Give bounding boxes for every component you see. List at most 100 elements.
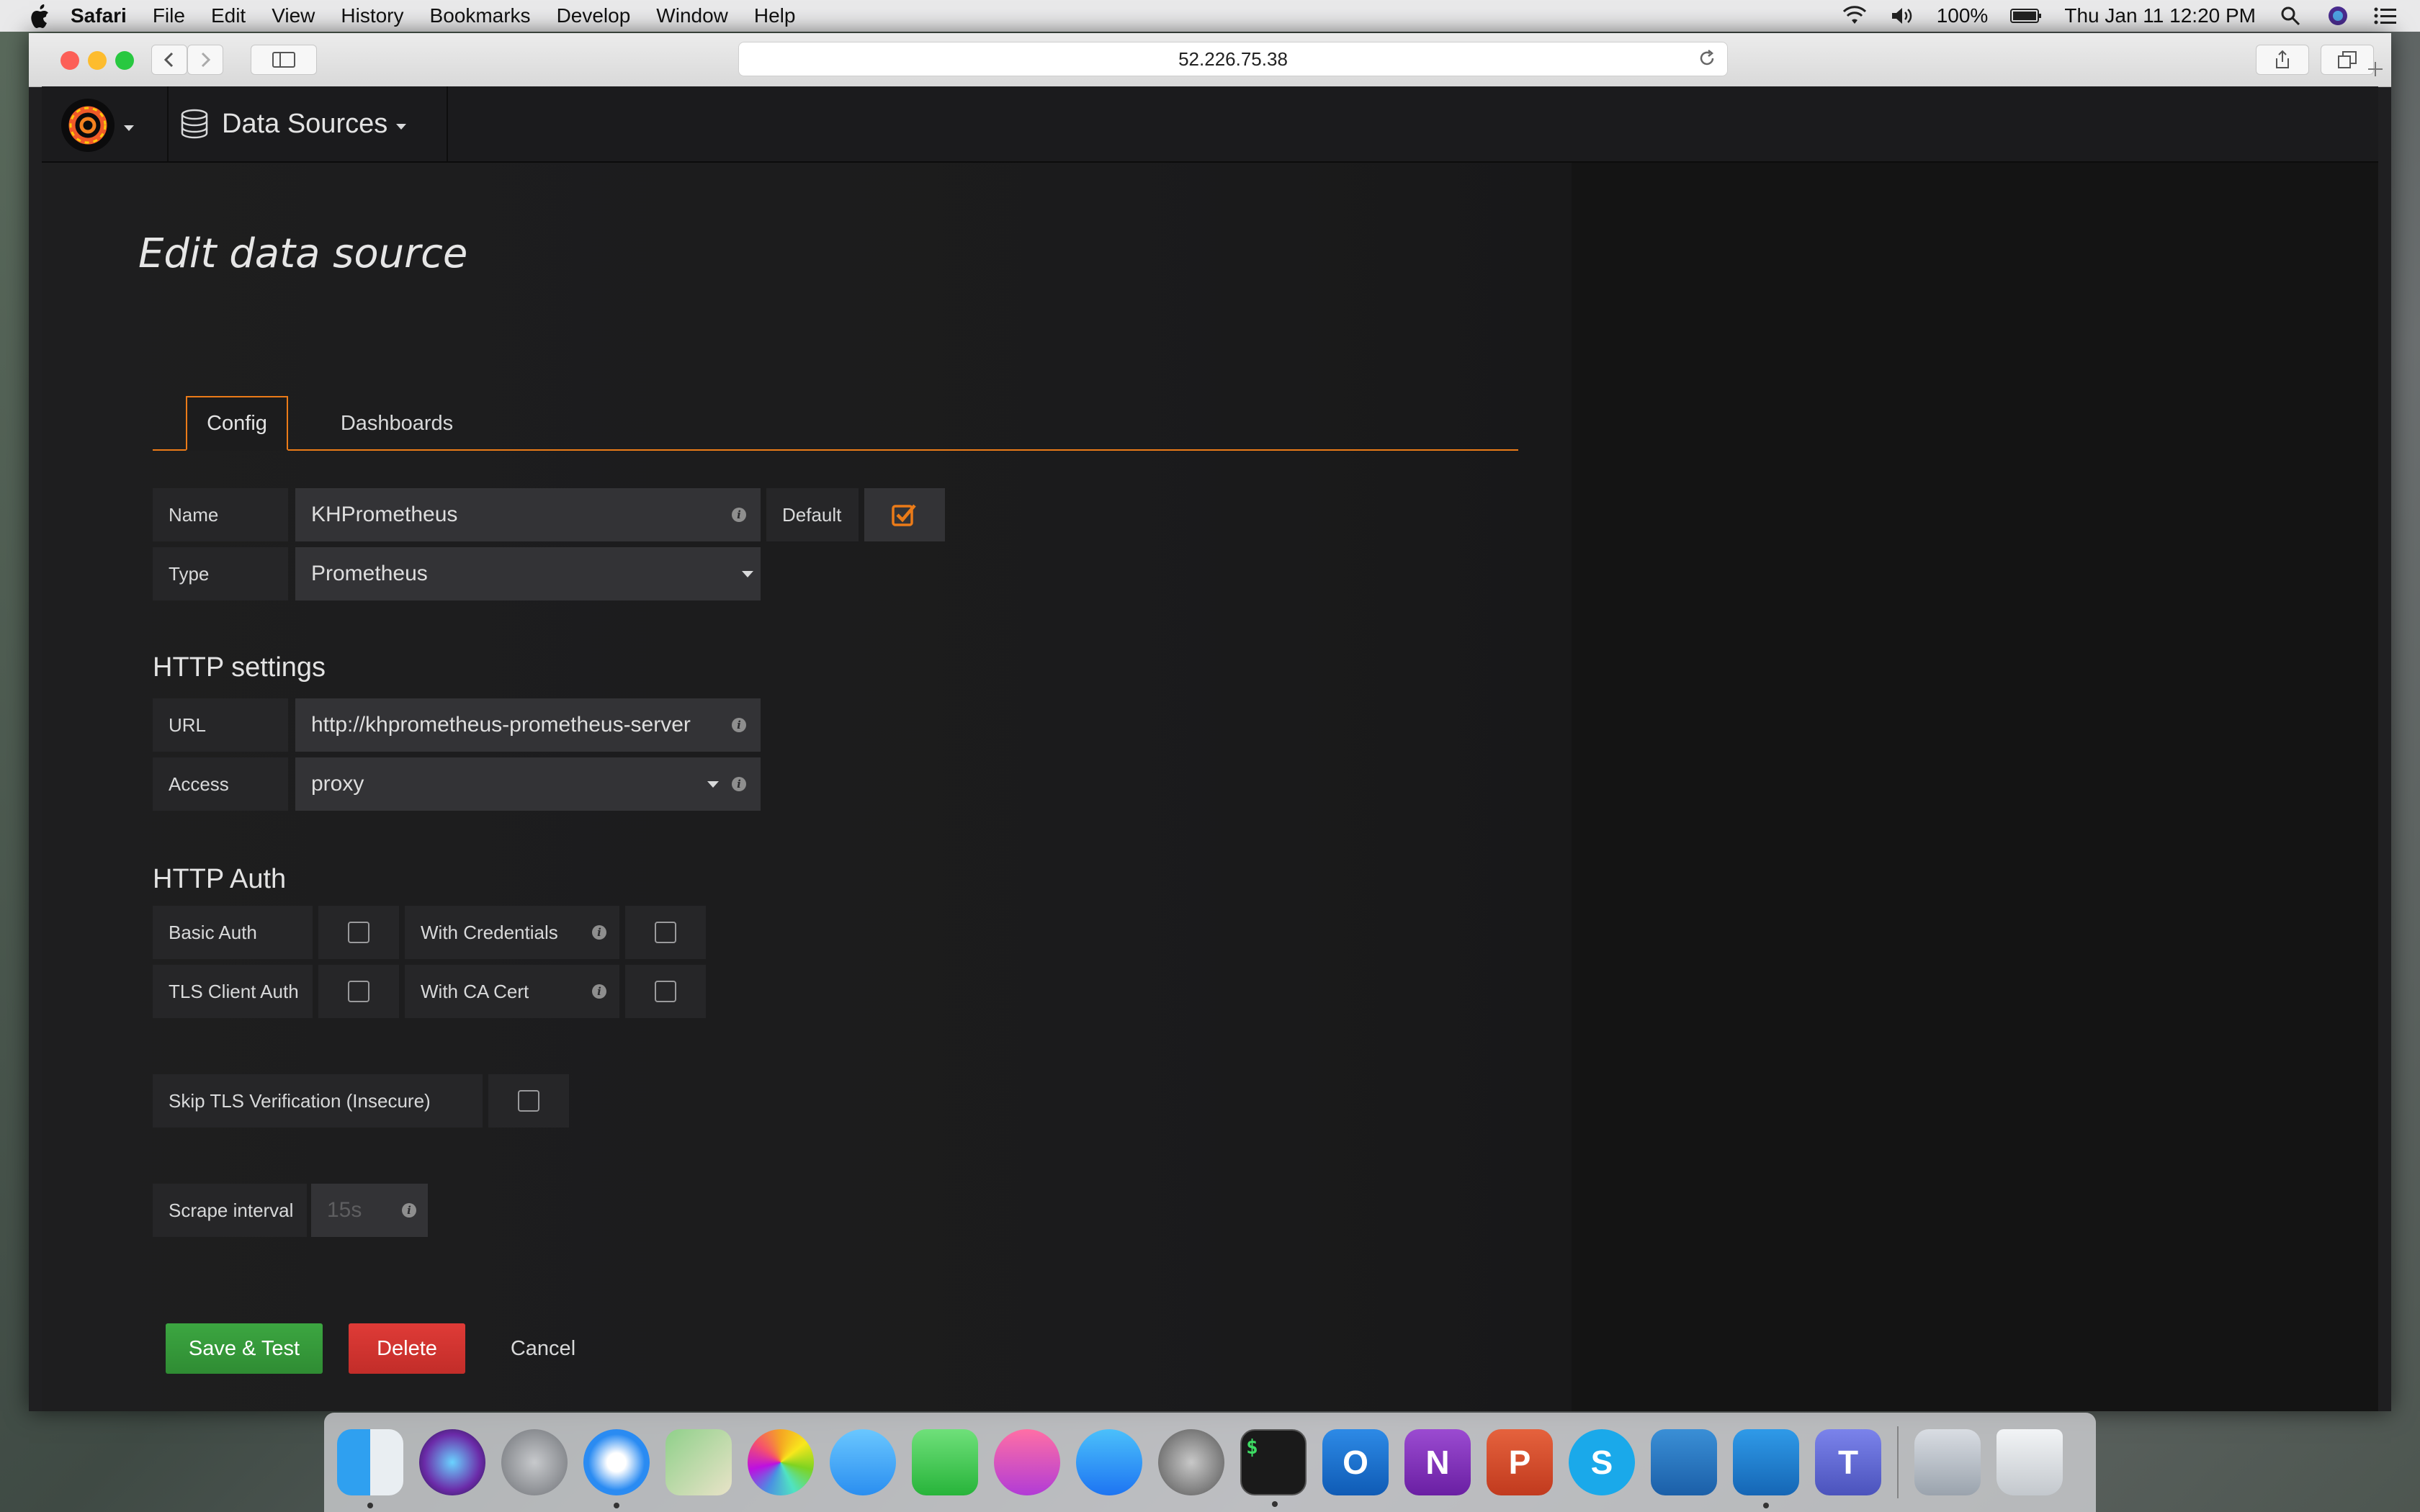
files-icon[interactable] <box>1914 1429 1981 1495</box>
url-input[interactable]: http://khprometheus-prometheus-server i <box>295 698 761 752</box>
default-label: Default <box>766 488 859 541</box>
back-button[interactable] <box>151 45 187 75</box>
onenote-icon[interactable]: N <box>1404 1429 1471 1495</box>
safari-icon[interactable] <box>583 1429 650 1508</box>
app-store-icon[interactable] <box>1076 1429 1142 1495</box>
clock[interactable]: Thu Jan 11 12:20 PM <box>2064 4 2256 27</box>
checkbox-box <box>655 981 676 1002</box>
trash-icon[interactable] <box>1996 1429 2063 1495</box>
menu-app-safari[interactable]: Safari <box>71 4 127 27</box>
nav-divider <box>447 86 448 161</box>
powerpoint-glyph: P <box>1508 1444 1531 1481</box>
save-test-button[interactable]: Save & Test <box>166 1323 323 1374</box>
menu-develop[interactable]: Develop <box>557 4 631 27</box>
teams-icon[interactable]: T <box>1815 1429 1881 1495</box>
menu-history[interactable]: History <box>341 4 403 27</box>
with-credentials-checkbox[interactable] <box>625 906 706 959</box>
running-indicator <box>367 1503 373 1508</box>
onenote-glyph: N <box>1425 1444 1450 1481</box>
skip-tls-label: Skip TLS Verification (Insecure) <box>153 1074 483 1128</box>
powerpoint-icon[interactable]: P <box>1487 1429 1553 1495</box>
volume-icon[interactable] <box>1889 5 1915 27</box>
info-icon[interactable]: i <box>732 777 746 791</box>
notification-center-icon[interactable] <box>2372 5 2398 27</box>
sidebar-toggle-button[interactable] <box>251 45 317 75</box>
with-ca-cert-checkbox[interactable] <box>625 965 706 1018</box>
minimize-window-button[interactable] <box>88 51 107 70</box>
battery-icon[interactable] <box>2009 5 2043 27</box>
menu-file[interactable]: File <box>153 4 185 27</box>
with-credentials-label: With Credentials i <box>405 906 619 959</box>
menu-window[interactable]: Window <box>656 4 728 27</box>
terminal-icon[interactable]: $ <box>1240 1429 1307 1507</box>
close-window-button[interactable] <box>60 51 79 70</box>
finder-icon[interactable] <box>337 1429 403 1508</box>
siri-icon[interactable] <box>419 1429 485 1495</box>
new-tab-icon[interactable] <box>2365 59 2385 79</box>
name-label: Name <box>153 488 288 541</box>
menu-bookmarks[interactable]: Bookmarks <box>430 4 531 27</box>
default-checkbox[interactable] <box>864 488 945 541</box>
cancel-button[interactable]: Cancel <box>493 1323 593 1374</box>
grafana-app: Data Sources Edit data source Config Das… <box>42 86 2378 1411</box>
outlook-icon[interactable]: O <box>1322 1429 1389 1495</box>
siri-icon[interactable] <box>2325 5 2351 27</box>
skype-icon[interactable]: S <box>1569 1429 1635 1495</box>
skip-tls-checkbox[interactable] <box>488 1074 569 1128</box>
basic-auth-label: Basic Auth <box>153 906 313 959</box>
dock: $ O N P S T <box>324 1413 2096 1512</box>
azure-storage-explorer-icon[interactable] <box>1651 1429 1717 1495</box>
basic-auth-checkbox[interactable] <box>318 906 399 959</box>
sidebar-icon <box>272 52 295 68</box>
access-select[interactable]: proxy i <box>295 757 761 811</box>
info-icon[interactable]: i <box>732 718 746 732</box>
tab-dashboards[interactable]: Dashboards <box>321 396 472 451</box>
launchpad-icon[interactable] <box>501 1429 568 1495</box>
info-icon[interactable]: i <box>732 508 746 522</box>
browser-toolbar: 52.226.75.38 <box>29 33 2391 87</box>
data-sources-breadcrumb[interactable]: Data Sources <box>179 86 407 161</box>
delete-button[interactable]: Delete <box>349 1323 465 1374</box>
chevron-down-icon <box>396 124 407 130</box>
running-indicator <box>614 1503 619 1508</box>
name-input[interactable]: KHPrometheus i <box>295 488 761 541</box>
apple-menu-icon[interactable] <box>29 4 50 28</box>
info-icon[interactable]: i <box>402 1203 416 1218</box>
spotlight-icon[interactable] <box>2277 5 2303 27</box>
facetime-icon[interactable] <box>912 1429 978 1495</box>
messages-icon[interactable] <box>830 1429 896 1495</box>
reload-icon[interactable] <box>1697 48 1717 68</box>
system-preferences-icon[interactable] <box>1158 1429 1224 1495</box>
checkbox-box <box>348 922 369 943</box>
menu-edit[interactable]: Edit <box>211 4 246 27</box>
scrape-interval-placeholder: 15s <box>327 1198 362 1222</box>
url-label: URL <box>153 698 288 752</box>
tls-client-auth-checkbox[interactable] <box>318 965 399 1018</box>
terminal-glyph: $ <box>1246 1435 1258 1459</box>
grafana-menu-button[interactable] <box>60 99 154 152</box>
checkbox-box <box>655 922 676 943</box>
checkbox-box <box>348 981 369 1002</box>
photos-icon[interactable] <box>748 1429 814 1495</box>
info-icon[interactable]: i <box>592 984 606 999</box>
scrape-interval-input[interactable]: 15s i <box>311 1184 428 1237</box>
type-label: Type <box>153 547 288 600</box>
maximize-window-button[interactable] <box>115 51 134 70</box>
maps-icon[interactable] <box>666 1429 732 1495</box>
tabs-icon <box>2338 51 2357 68</box>
vscode-icon[interactable] <box>1733 1429 1799 1508</box>
menu-view[interactable]: View <box>272 4 315 27</box>
itunes-icon[interactable] <box>994 1429 1060 1495</box>
menu-help[interactable]: Help <box>754 4 796 27</box>
checkmark-icon <box>892 504 916 526</box>
caret-down-icon <box>742 571 753 577</box>
info-icon[interactable]: i <box>592 925 606 940</box>
tab-config[interactable]: Config <box>186 396 288 451</box>
running-indicator <box>1763 1503 1769 1508</box>
wifi-icon[interactable] <box>1842 5 1868 27</box>
type-select[interactable]: Prometheus <box>295 547 761 600</box>
forward-button[interactable] <box>187 45 223 75</box>
share-button[interactable] <box>2256 45 2309 75</box>
address-bar[interactable]: 52.226.75.38 <box>738 42 1728 76</box>
name-input-value: KHPrometheus <box>311 503 458 526</box>
